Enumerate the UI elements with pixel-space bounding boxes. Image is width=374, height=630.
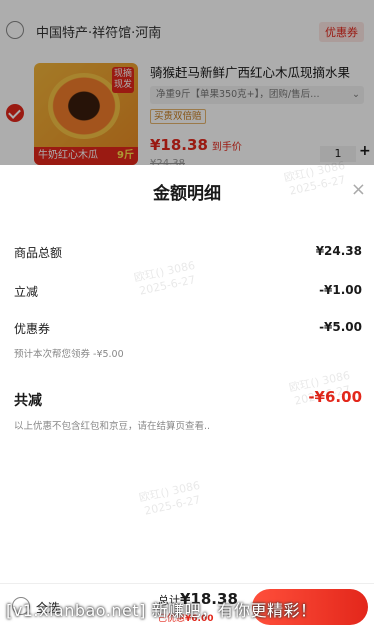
watermark: 欧玒() 3086 2025-6-27 [133, 259, 200, 299]
row-label: 优惠券 [14, 322, 51, 336]
row-label: 商品总额 [14, 246, 63, 260]
amount-detail-sheet: 金额明细 × 商品总额 ¥24.38 立减 -¥1.00 优惠券 -¥5.00 … [0, 159, 374, 583]
row-value: -¥5.00 [319, 320, 362, 334]
watermark: 欧玒() 3086 2025-6-27 [138, 479, 205, 519]
row-value: -¥1.00 [319, 283, 362, 297]
cart-list: 中国特产·祥符馆·河南 优惠券 现摘现发 牛奶红心木瓜 9斤 骑猴赶马新鲜广西红… [0, 0, 374, 169]
sheet-title: 金额明细 [153, 184, 221, 204]
row-value: ¥24.38 [315, 244, 362, 258]
row-label: 立减 [14, 285, 39, 299]
modal-overlay[interactable] [0, 0, 374, 165]
close-icon[interactable]: × [351, 179, 366, 200]
total-discount-label: 共减 [14, 393, 42, 409]
watermark-line: 欧玒() 3086 [132, 258, 197, 285]
coupon-note: 预计本次帮您领券 -¥5.00 [14, 349, 124, 360]
watermark-line: 2025-6-27 [143, 493, 202, 518]
site-banner-watermark: [v1.xianbao.net] 新赚吧，有你更精彩！ [6, 601, 317, 620]
watermark-line: 2025-6-27 [138, 273, 197, 298]
watermark-line: 欧玒() 3086 [137, 478, 202, 505]
total-discount-value: -¥6.00 [308, 388, 362, 406]
discount-footnote: 以上优惠不包含红包和京豆，请在结算页查看.. [14, 421, 211, 432]
